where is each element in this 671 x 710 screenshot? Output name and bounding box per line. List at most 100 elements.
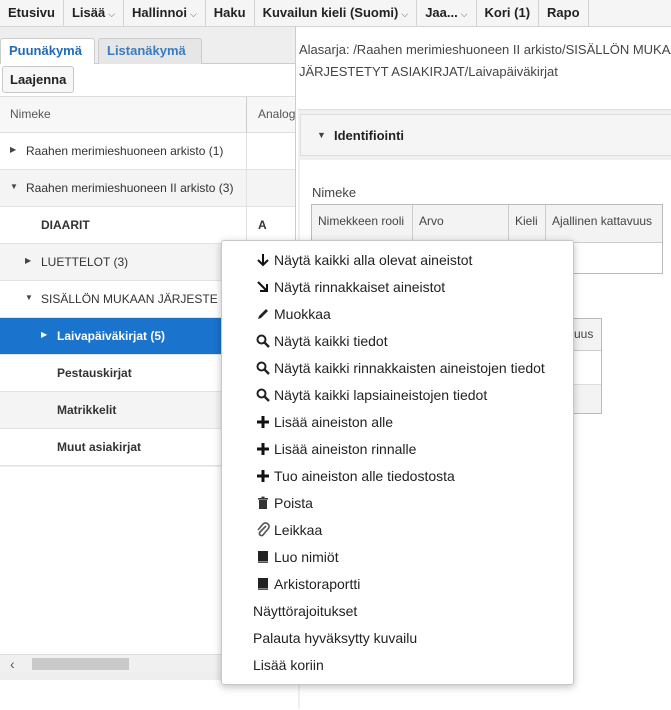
context-menu-item-label: Muokkaa [274, 306, 331, 322]
tab-tree-view[interactable]: Puunäkymä [0, 38, 95, 65]
context-menu-item[interactable]: Lisää aineiston rinnalle [222, 436, 573, 463]
context-menu-item[interactable]: Näytä rinnakkaiset aineistot [222, 274, 573, 301]
nav-item-2[interactable]: Hallinnoi ⌵ [124, 0, 206, 27]
context-menu-item-label: Näytä kaikki rinnakkaisten aineistojen t… [274, 360, 545, 376]
arrow-diagonal-icon [255, 279, 271, 295]
context-menu-item[interactable]: Palauta hyväksytty kuvailu [222, 625, 573, 652]
section-title: Identifiointi [334, 128, 405, 143]
context-menu-item-label: Leikkaa [274, 522, 323, 538]
scrollbar-thumb[interactable] [32, 658, 129, 670]
context-menu-item[interactable]: Arkistoraportti [222, 571, 573, 598]
context-menu-item[interactable]: Näytä kaikki alla olevat aineistot [222, 247, 573, 274]
context-menu-item[interactable]: Tuo aineiston alle tiedostosta [222, 463, 573, 490]
tree-row-label: LUETTELOT (3) [41, 255, 129, 269]
context-menu-item[interactable]: Luo nimiöt [222, 544, 573, 571]
chevron-down-icon: ⌵ [189, 9, 197, 19]
nav-item-7[interactable]: Rapo [539, 0, 589, 27]
nav-item-6[interactable]: Kori (1) [477, 0, 540, 27]
chevron-down-icon: ⌵ [108, 9, 116, 19]
context-menu-item-label: Näytä kaikki tiedot [274, 333, 388, 349]
nav-item-label: Haku [213, 5, 246, 20]
search-icon [255, 333, 271, 349]
book-icon [255, 549, 271, 565]
search-icon [255, 360, 271, 376]
column-header-analog[interactable]: Analog [246, 97, 295, 132]
nav-item-5[interactable]: Jaa... ⌵ [417, 0, 477, 27]
tree-row-label: Laivapäiväkirjat (5) [57, 329, 166, 343]
tree-row-label: Raahen merimieshuoneen II arkisto (3) [26, 181, 234, 195]
tree-row[interactable]: ▼ Raahen merimieshuoneen II arkisto (3) [0, 170, 295, 207]
identifiointi-section-header[interactable]: ▼ Identifiointi [300, 114, 671, 156]
tree-row-label: DIAARIT [41, 218, 90, 232]
context-menu-item-label: Näytä kaikki alla olevat aineistot [274, 252, 473, 268]
context-menu-item-label: Lisää aineiston rinnalle [274, 441, 417, 457]
analog-cell: A [246, 207, 295, 243]
context-menu-item-label: Näytä rinnakkaiset aineistot [274, 279, 446, 295]
nav-item-label: Jaa... [425, 5, 458, 20]
context-menu-item[interactable]: Näytä kaikki rinnakkaisten aineistojen t… [222, 355, 573, 382]
context-menu-item[interactable]: Näytä kaikki tiedot [222, 328, 573, 355]
context-menu-item-label: Arkistoraportti [274, 576, 361, 592]
context-menu-item-label: Näytä kaikki lapsiaineistojen tiedot [274, 387, 488, 403]
grid-header: Nimeke Analog [0, 96, 295, 133]
caret-down-icon[interactable]: ▼ [10, 182, 18, 191]
analog-cell [246, 170, 295, 206]
breadcrumb-path: Alasarja: /Raahen merimieshuoneen II ark… [299, 39, 671, 83]
context-menu-item[interactable]: Näytä kaikki lapsiaineistojen tiedot [222, 382, 573, 409]
context-menu-item[interactable]: Lisää aineiston alle [222, 409, 573, 436]
th-arvo: Arvo [413, 205, 509, 243]
nav-item-label: Hallinnoi [132, 5, 187, 20]
tree-row-label: Muut asiakirjat [57, 440, 142, 454]
top-navbar: Etusivu Lisää ⌵ Hallinnoi ⌵ Haku Kuvailun kiel… [0, 0, 671, 27]
tab-list-view[interactable]: Listanäkymä [98, 38, 202, 64]
tree-row-label: Matrikkelit [57, 403, 117, 417]
plus-icon [255, 414, 271, 430]
nav-item-label: Kori (1) [484, 5, 531, 20]
nav-item-4[interactable]: Kuvailun kieli (Suomi) ⌵ [255, 0, 418, 27]
context-menu-item[interactable]: Poista [222, 490, 573, 517]
plus-icon [255, 441, 271, 457]
context-menu: Näytä kaikki alla olevat aineistot Näytä … [221, 240, 574, 685]
th-nimekkeen-rooli: Nimekkeen rooli [312, 205, 413, 243]
search-icon [255, 387, 271, 403]
column-header-nimeke[interactable]: Nimeke [10, 107, 51, 121]
caret-right-icon[interactable]: ▶ [10, 145, 16, 154]
scroll-left-icon[interactable]: ‹ [10, 656, 15, 672]
tree-row-label: SISÄLLÖN MUKAAN JÄRJESTE [41, 292, 218, 306]
context-menu-item[interactable]: Näyttörajoitukset [222, 598, 573, 625]
caret-right-icon[interactable]: ▶ [41, 330, 47, 339]
context-menu-item-label: Näyttörajoitukset [253, 603, 358, 619]
context-menu-item[interactable]: Leikkaa [222, 517, 573, 544]
context-menu-item-label: Lisää aineiston alle [274, 414, 394, 430]
plus-icon [255, 468, 271, 484]
context-menu-item-label: Lisää koriin [253, 657, 324, 673]
tree-row[interactable]: DIAARIT A [0, 207, 295, 244]
analog-cell [246, 133, 295, 169]
tree-row-label: Raahen merimieshuoneen arkisto (1) [26, 144, 224, 158]
context-menu-item-label: Luo nimiöt [274, 549, 339, 565]
nav-item-1[interactable]: Lisää ⌵ [64, 0, 125, 27]
context-menu-item-label: Tuo aineiston alle tiedostosta [274, 468, 455, 484]
trash-icon [255, 495, 271, 511]
nav-item-3[interactable]: Haku [206, 0, 255, 27]
context-menu-item-label: Palauta hyväksytty kuvailu [253, 630, 418, 646]
nav-item-label: Kuvailun kieli (Suomi) [262, 5, 399, 20]
th-ajallinen-kattavuus: Ajallinen kattavuus [546, 205, 662, 243]
expand-toolbar: Laajenna [0, 64, 295, 96]
caret-down-icon[interactable]: ▼ [25, 293, 33, 302]
context-menu-item[interactable]: Muokkaa [222, 301, 573, 328]
tree-row[interactable]: ▶ Raahen merimieshuoneen arkisto (1) [0, 133, 295, 170]
caret-right-icon[interactable]: ▶ [25, 256, 31, 265]
nav-item-0[interactable]: Etusivu [0, 0, 64, 27]
expand-button[interactable]: Laajenna [2, 66, 75, 93]
paperclip-icon [255, 522, 271, 538]
context-menu-item[interactable]: Lisää koriin [222, 652, 573, 679]
chevron-down-icon: ⌵ [401, 9, 409, 19]
nimeke-label: Nimeke [312, 185, 357, 200]
analog-value: A [258, 218, 267, 232]
nav-item-label: Etusivu [8, 5, 55, 20]
book-icon [255, 576, 271, 592]
nav-item-label: Rapo [547, 5, 580, 20]
pencil-icon [255, 306, 271, 322]
breadcrumb-line-1: Alasarja: /Raahen merimieshuoneen II ark… [299, 42, 671, 57]
